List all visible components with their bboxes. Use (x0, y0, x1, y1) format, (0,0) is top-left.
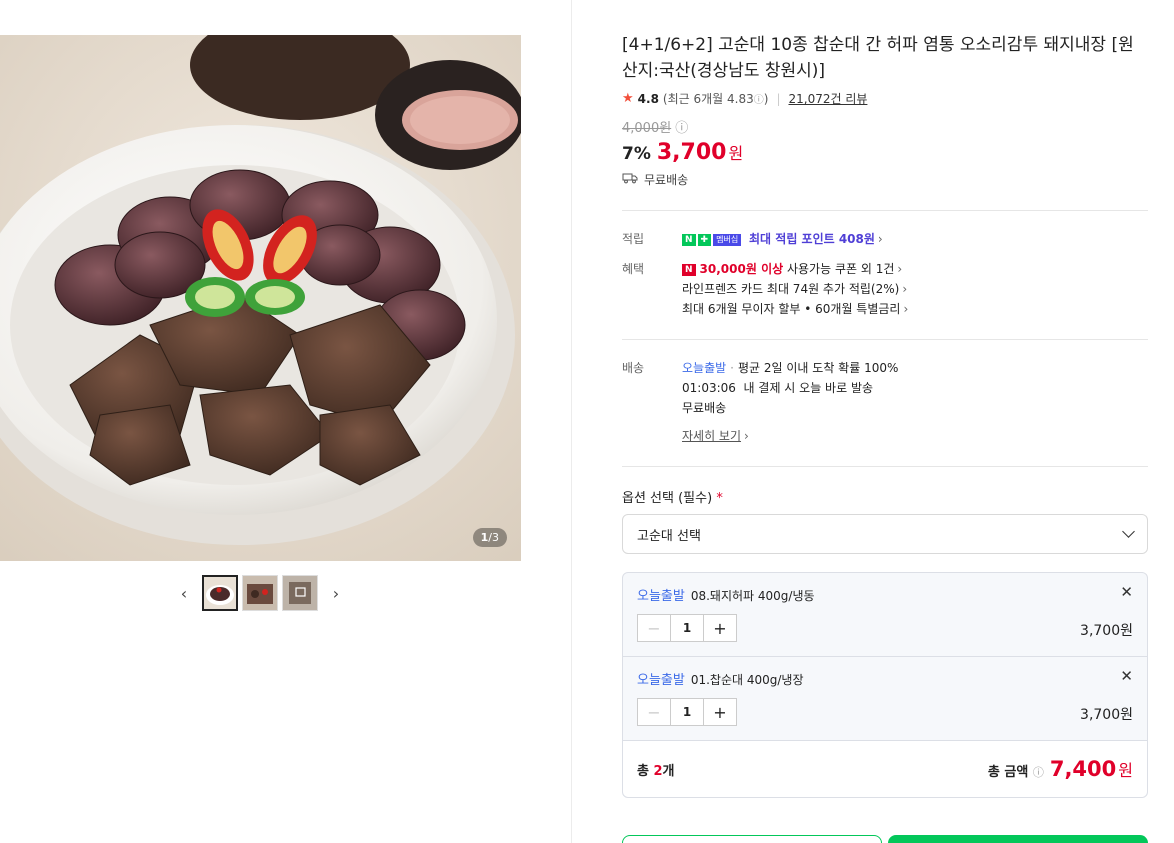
chevron-down-icon (1122, 525, 1135, 538)
selected-option-item: 오늘출발 01.찹순대 400g/냉장 ✕ − 1 + 3,700원 (623, 657, 1147, 741)
quantity-stepper: − 1 + (637, 614, 737, 642)
star-icon: ★ (622, 91, 634, 106)
naverpay-membership-badge: N ✚ 멤버십 (682, 233, 742, 246)
image-counter: 1/3 (472, 528, 507, 547)
divider (622, 466, 1148, 467)
info-icon[interactable]: ⓘ (754, 95, 764, 106)
separator: | (776, 91, 781, 106)
chevron-right-icon: › (744, 429, 749, 443)
today-ship-badge: 오늘출발 (682, 361, 727, 375)
selected-options-box: 오늘출발 08.돼지허파 400g/냉동 ✕ − 1 + 3,700원 오늘출발 0… (622, 572, 1148, 798)
thumbnail-2[interactable] (242, 575, 278, 611)
option-section: 옵션 선택 (필수) * 고순대 선택 오늘출발 08.돼지허파 400g/냉동 … (622, 487, 1148, 798)
column-divider (571, 0, 572, 843)
delivery-section: 배송 오늘출발 · 평균 2일 이내 도착 확률 100% 01:03:06 내 결… (622, 358, 1148, 446)
coupon-link[interactable]: N 30,000원 이상 사용가능 쿠폰 외 1건 › (682, 259, 908, 279)
points-link[interactable]: N ✚ 멤버십 최대 적립 포인트 408원 › (682, 229, 883, 249)
rating-row: ★ 4.8 (최근 6개월 4.83ⓘ) | 21,072건 리뷰 (622, 90, 1148, 107)
increase-qty-button[interactable]: + (704, 615, 736, 641)
thumbnail-image (204, 577, 236, 609)
option-price: 3,700원 (1080, 623, 1133, 639)
quantity-stepper: − 1 + (637, 698, 737, 726)
selected-option-item: 오늘출발 08.돼지허파 400g/냉동 ✕ − 1 + 3,700원 (623, 573, 1147, 657)
divider (622, 210, 1148, 211)
thumbnail-1[interactable] (202, 575, 238, 611)
ship-timer: 01:03:06 (682, 381, 736, 395)
total-amount: 7,400 (1049, 757, 1117, 781)
next-image-arrow-icon[interactable]: › (328, 575, 344, 611)
thumbnail-image (243, 576, 277, 610)
option-select-dropdown[interactable]: 고순대 선택 (622, 514, 1148, 554)
increase-qty-button[interactable]: + (704, 699, 736, 725)
rating-value: 4.8 (637, 91, 659, 106)
prev-image-arrow-icon[interactable]: ‹ (176, 575, 192, 611)
shipping-summary: 무료배송 (622, 171, 1148, 188)
original-price: 4,000원 ⓘ (622, 117, 1148, 136)
quantity-value[interactable]: 1 (670, 615, 704, 641)
card-benefit-link[interactable]: 라인프렌즈 카드 최대 74원 추가 적립(2%) › (682, 279, 908, 299)
chevron-right-icon: › (903, 302, 909, 316)
decrease-qty-button[interactable]: − (638, 615, 670, 641)
benefit-row: 혜택 N 30,000원 이상 사용가능 쿠폰 외 1건 › 라인프렌즈 카드 최대… (622, 259, 1148, 319)
divider (622, 339, 1148, 340)
thumbnail-3[interactable] (282, 575, 318, 611)
truck-icon (622, 172, 638, 187)
discount-rate: 7% (622, 144, 651, 164)
price-info-icon[interactable]: ⓘ (675, 117, 688, 136)
remove-option-close-icon[interactable]: ✕ (1120, 583, 1133, 601)
option-label: 옵션 선택 (필수) * (622, 491, 723, 506)
delivery-free: 무료배송 (682, 401, 727, 415)
review-count-link[interactable]: 21,072건 리뷰 (788, 90, 867, 107)
installment-link[interactable]: 최대 6개월 무이자 할부 • 60개월 특별금리 › (682, 299, 908, 319)
rating-recent: (최근 6개월 4.83ⓘ) (662, 92, 769, 106)
buy-now-button[interactable] (888, 835, 1148, 843)
coupon-badge-icon: N (682, 263, 696, 276)
product-title: [4+1/6+2] 고순대 10종 찹순대 간 허파 염통 오소리감투 돼지내장… (622, 35, 1134, 81)
chevron-right-icon: › (877, 232, 883, 246)
delivery-detail-link[interactable]: 자세히 보기 › (682, 426, 898, 446)
total-amount-label: 총 금액 ⓘ (987, 765, 1044, 780)
buy-secondary-button[interactable] (622, 835, 882, 843)
points-row: 적립 N ✚ 멤버십 최대 적립 포인트 408원 › (622, 229, 1148, 249)
price-unit: 원 (728, 144, 744, 163)
benefits-section: 적립 N ✚ 멤버십 최대 적립 포인트 408원 › 혜택 N 30,000원 이상 … (622, 229, 1148, 319)
decrease-qty-button[interactable]: − (638, 699, 670, 725)
product-page: 1/3 ‹ › [4+1/6+2] 고순대 10종 찹순대 간 허파 염통 오소… (0, 0, 1174, 843)
option-price: 3,700원 (1080, 707, 1133, 723)
chevron-right-icon: › (897, 262, 903, 276)
total-count: 총 2개 (637, 763, 675, 779)
total-row: 총 2개 총 금액 ⓘ 7,400 원 (623, 741, 1147, 797)
food-photo (0, 35, 521, 561)
price-row: 7% 3,700 원 (622, 140, 1148, 165)
quantity-value[interactable]: 1 (670, 699, 704, 725)
info-icon[interactable]: ⓘ (1033, 766, 1044, 779)
product-info-panel: [4+1/6+2] 고순대 10종 찹순대 간 허파 염통 오소리감투 돼지내장… (622, 32, 1148, 798)
product-main-image[interactable]: 1/3 (0, 35, 521, 561)
sale-price: 3,700 (656, 140, 727, 165)
total-unit: 원 (1118, 761, 1133, 780)
chevron-right-icon: › (902, 282, 908, 296)
thumbnail-image (283, 576, 317, 610)
remove-option-close-icon[interactable]: ✕ (1120, 667, 1133, 685)
thumbnail-strip: ‹ › (176, 575, 344, 611)
